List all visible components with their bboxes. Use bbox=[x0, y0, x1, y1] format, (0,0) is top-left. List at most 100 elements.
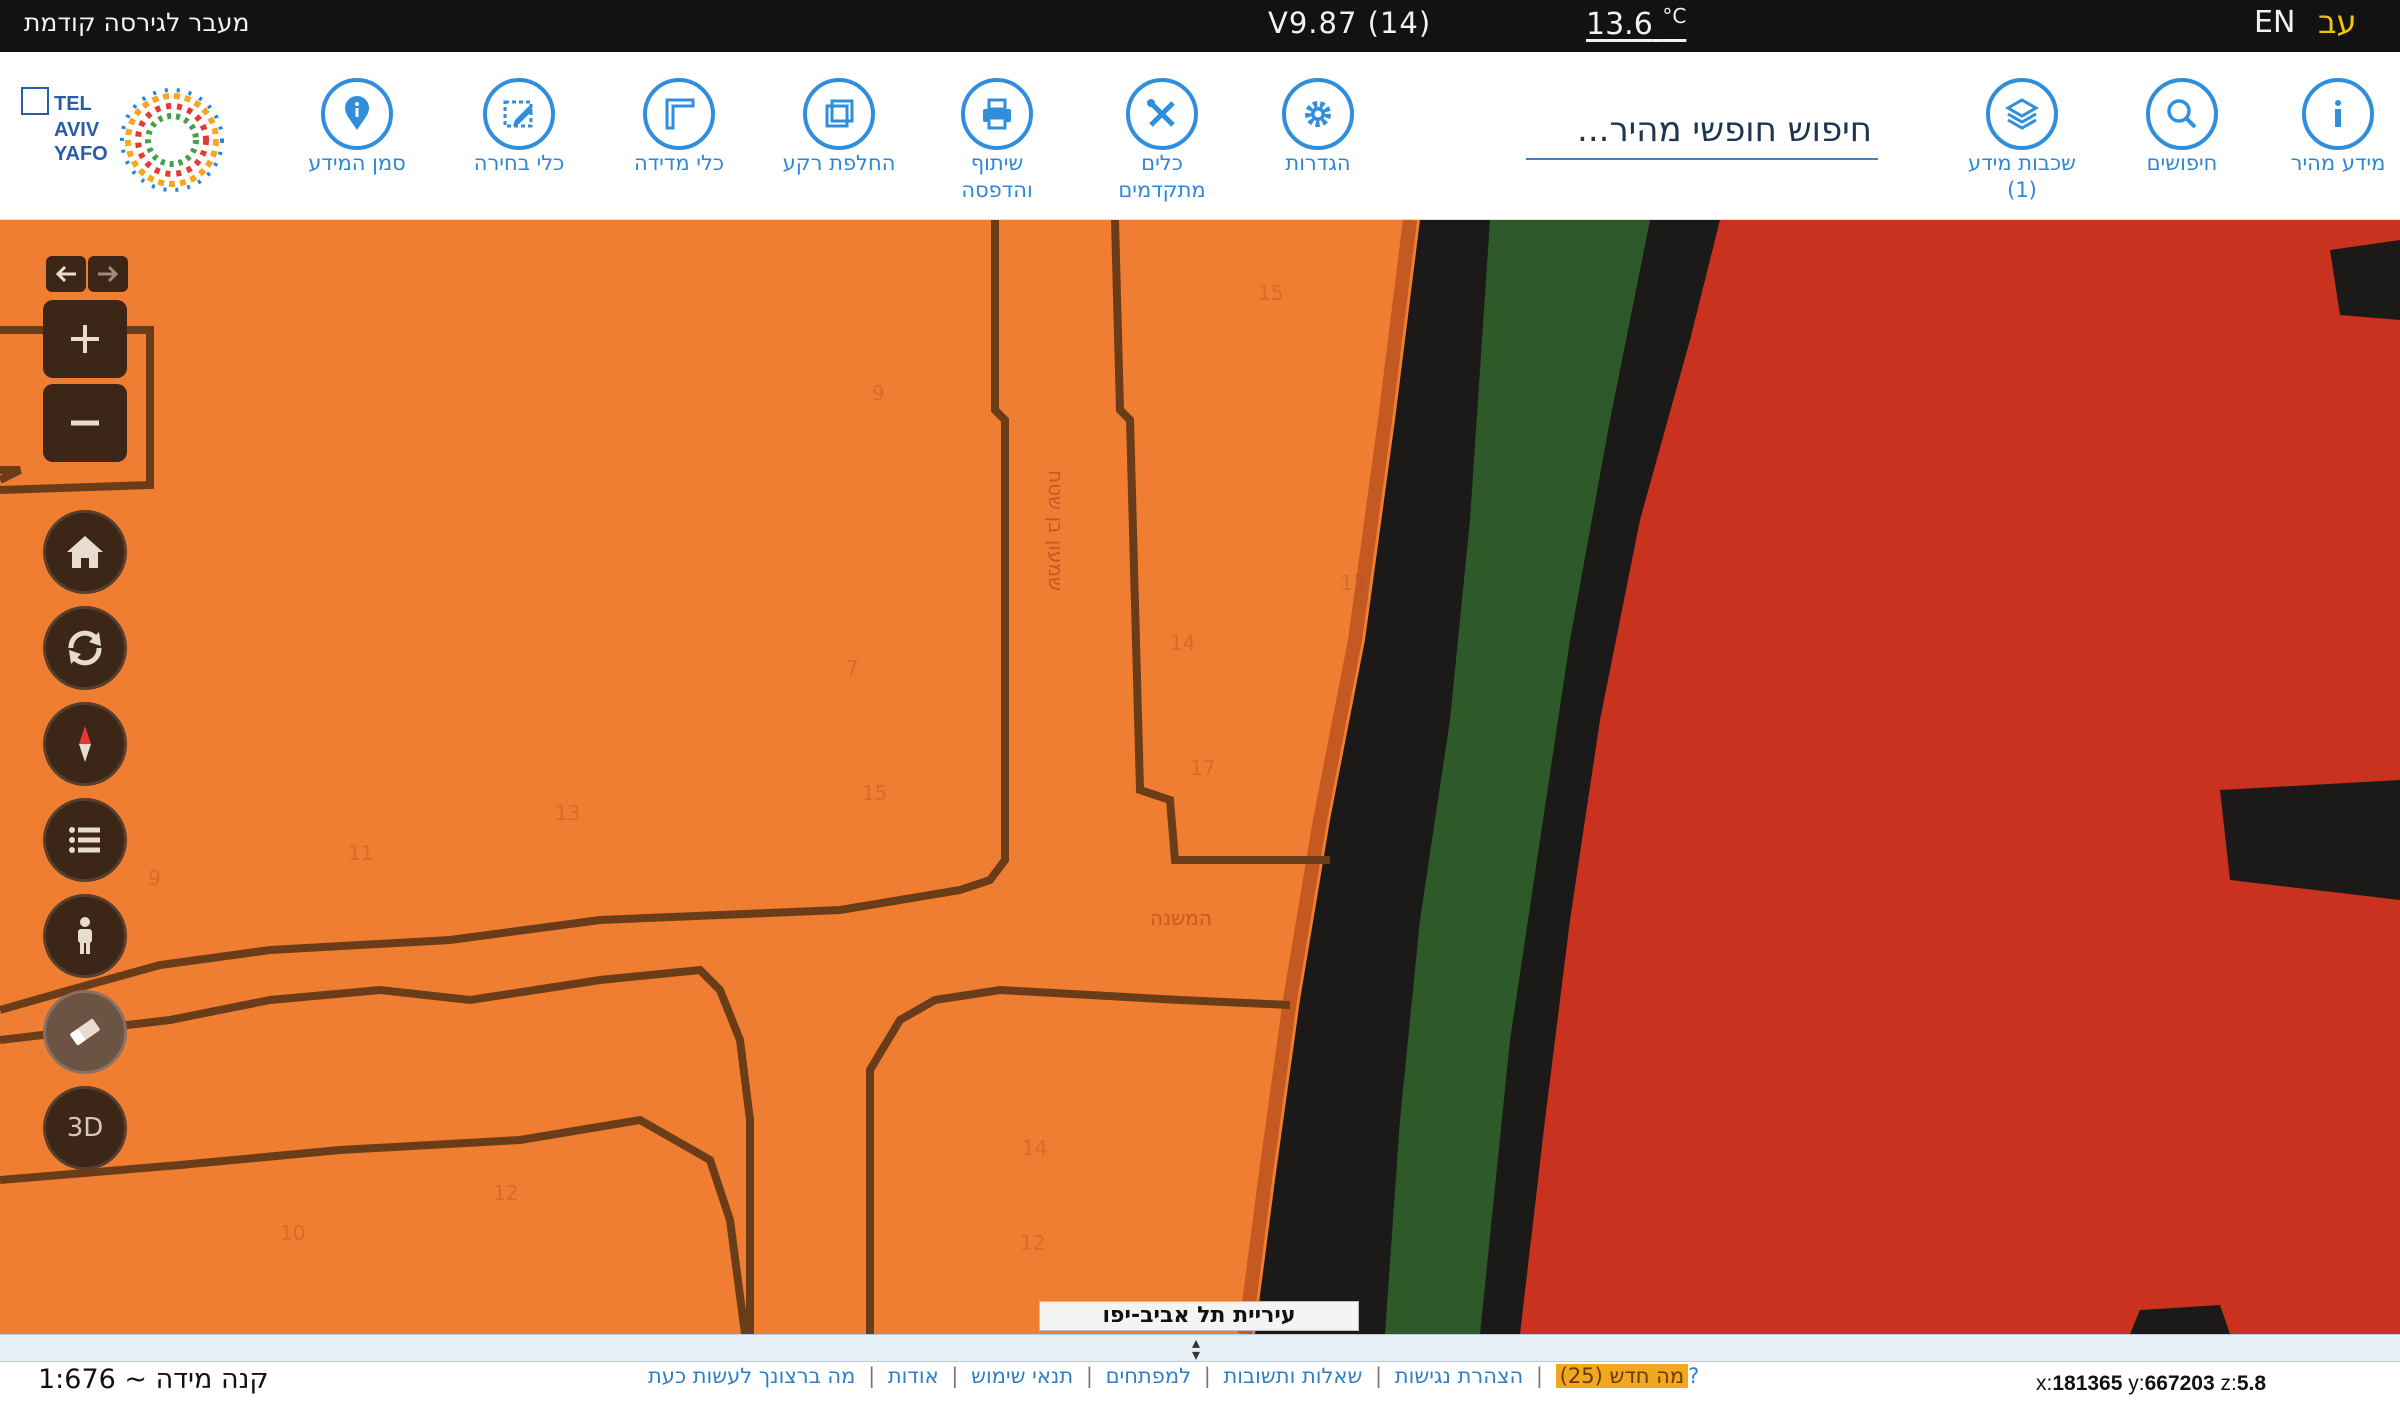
ruler-icon bbox=[643, 78, 715, 150]
main-toolbar: TEL AVIV YAFO מידע מהיר חיפושים שכבות מי… bbox=[0, 52, 2400, 220]
map-canvas[interactable]: 15 9 14 13 17 7 13 15 11 9 14 12 10 12 שמעון בן ש… bbox=[0, 220, 2400, 1334]
search-icon bbox=[2146, 78, 2218, 150]
quick-info-button[interactable]: מידע מהיר bbox=[2258, 78, 2400, 177]
eraser-icon bbox=[70, 1019, 100, 1045]
share-print-button[interactable]: שיתוף והדפסה bbox=[917, 78, 1077, 204]
zoom-out-button[interactable] bbox=[43, 384, 127, 462]
svg-text:7: 7 bbox=[846, 656, 859, 680]
zoom-in-button[interactable] bbox=[43, 300, 127, 378]
svg-text:14: 14 bbox=[1022, 1136, 1047, 1160]
home-icon bbox=[67, 536, 103, 568]
info-marker-label: סמן המידע bbox=[308, 151, 406, 175]
accessibility-link[interactable]: הצהרת נגישות bbox=[1395, 1364, 1523, 1388]
select-tools-label: כלי בחירה bbox=[473, 151, 565, 175]
street-view-button[interactable] bbox=[43, 894, 127, 978]
quick-search-input[interactable]: חיפוש חופשי מהיר... bbox=[1526, 100, 1878, 160]
status-footer: קנה מידה ~ 1:676 מה חדש (25) | הצהרת נגי… bbox=[0, 1362, 2400, 1402]
measure-tools-button[interactable]: כלי מדידה bbox=[599, 78, 759, 177]
developers-link[interactable]: למפתחים bbox=[1106, 1364, 1191, 1388]
map-tiles: 15 9 14 13 17 7 13 15 11 9 14 12 10 12 bbox=[0, 220, 2400, 1334]
svg-text:17: 17 bbox=[1190, 756, 1215, 780]
advanced-tools-button[interactable]: כלים מתקדמים bbox=[1082, 78, 1242, 204]
select-icon bbox=[483, 78, 555, 150]
info-layers-count: (1) bbox=[2007, 178, 2037, 202]
zoom-in-icon bbox=[71, 325, 99, 353]
gear-icon bbox=[1282, 78, 1354, 150]
top-bar: מעבר לגירסה קודמת V9.87 (14) 13.6 °C EN … bbox=[0, 0, 2400, 52]
svg-text:9: 9 bbox=[872, 381, 885, 405]
searches-button[interactable]: חיפושים bbox=[2102, 78, 2262, 177]
compass-icon bbox=[79, 726, 91, 762]
terms-link[interactable]: תנאי שימוש bbox=[971, 1364, 1073, 1388]
parcel-numbers: 15 9 14 13 17 7 13 15 11 9 14 12 10 12 bbox=[148, 281, 1365, 1255]
info-layers-label: שכבות מידע bbox=[1968, 151, 2076, 175]
svg-text:13: 13 bbox=[555, 801, 580, 825]
arrow-right-icon[interactable] bbox=[88, 256, 128, 292]
previous-version-link[interactable]: מעבר לגירסה קודמת bbox=[24, 8, 249, 37]
measure-tools-label: כלי מדידה bbox=[633, 151, 725, 175]
svg-text:14: 14 bbox=[1170, 631, 1195, 655]
eraser-button[interactable] bbox=[43, 990, 127, 1074]
svg-text:13: 13 bbox=[1340, 571, 1365, 595]
refresh-icon bbox=[68, 630, 102, 666]
settings-label: הגדרות bbox=[1285, 151, 1351, 175]
map-scale: קנה מידה ~ 1:676 bbox=[38, 1364, 269, 1395]
info-marker-icon bbox=[321, 78, 393, 150]
background-swap-label: החלפת רקע bbox=[782, 151, 896, 175]
language-english[interactable]: EN bbox=[2254, 5, 2295, 40]
svg-text:TEL: TEL bbox=[54, 93, 92, 115]
coord-y: 667203 bbox=[2144, 1372, 2215, 1395]
footer-links: מה חדש (25) | הצהרת נגישות | שאלות ותשוב… bbox=[648, 1364, 1699, 1388]
layers-icon bbox=[1986, 78, 2058, 150]
info-layers-button[interactable]: שכבות מידע (1) bbox=[1942, 78, 2102, 204]
compass-button[interactable] bbox=[43, 702, 127, 786]
svg-text:YAFO: YAFO bbox=[54, 143, 108, 165]
coord-z: 5.8 bbox=[2236, 1372, 2267, 1395]
language-hebrew[interactable]: עב bbox=[2318, 3, 2357, 41]
svg-text:9: 9 bbox=[148, 866, 161, 890]
temperature-value: 13.6 bbox=[1586, 7, 1653, 42]
street-label-1: שמעון בן שטח bbox=[1044, 470, 1068, 592]
faq-link[interactable]: שאלות ותשובות bbox=[1224, 1364, 1363, 1388]
svg-text:12: 12 bbox=[493, 1181, 518, 1205]
separator: | bbox=[1535, 1364, 1543, 1388]
separator: | bbox=[1085, 1364, 1093, 1388]
settings-button[interactable]: הגדרות bbox=[1238, 78, 1398, 177]
about-link[interactable]: אודות bbox=[888, 1364, 939, 1388]
separator: | bbox=[868, 1364, 876, 1388]
quick-search-placeholder: חיפוש חופשי מהיר... bbox=[1577, 110, 1872, 150]
info-marker-button[interactable]: סמן המידע bbox=[277, 78, 437, 177]
dark-patch-2 bbox=[2220, 780, 2400, 900]
background-swap-icon bbox=[803, 78, 875, 150]
panel-splitter[interactable]: ▴ ▾ bbox=[0, 1334, 2400, 1363]
parcel-borders bbox=[0, 220, 1330, 1334]
quick-info-label: מידע מהיר bbox=[2290, 151, 2386, 175]
whats-new-link[interactable]: מה חדש (25) bbox=[1555, 1364, 1689, 1388]
tools-icon bbox=[1126, 78, 1198, 150]
legend-list-button[interactable] bbox=[43, 798, 127, 882]
street-view-icon bbox=[78, 917, 92, 954]
advanced-tools-label: כלים bbox=[1141, 151, 1183, 175]
arrow-left-icon[interactable] bbox=[46, 256, 86, 292]
3d-label: 3D bbox=[66, 1113, 104, 1143]
refresh-button[interactable] bbox=[43, 606, 127, 690]
home-button[interactable] bbox=[43, 510, 127, 594]
temperature-display[interactable]: 13.6 °C bbox=[1586, 4, 1686, 42]
svg-text:15: 15 bbox=[862, 781, 887, 805]
searches-label: חיפושים bbox=[2146, 151, 2218, 175]
svg-text:12: 12 bbox=[1020, 1231, 1045, 1255]
separator: | bbox=[1203, 1364, 1211, 1388]
svg-text:11: 11 bbox=[348, 841, 373, 865]
select-tools-button[interactable]: כלי בחירה bbox=[439, 78, 599, 177]
splitter-grip-icon[interactable]: ▴ ▾ bbox=[1192, 1335, 1200, 1363]
background-swap-button[interactable]: החלפת רקע bbox=[759, 78, 919, 177]
list-icon bbox=[69, 827, 100, 853]
coord-x: 181365 bbox=[2052, 1372, 2123, 1395]
3d-toggle-button[interactable]: 3D bbox=[43, 1086, 127, 1170]
temperature-unit: °C bbox=[1662, 4, 1687, 28]
tel-aviv-yafo-logo[interactable]: TEL AVIV YAFO bbox=[20, 80, 250, 200]
street-label-2: המשנה bbox=[1150, 906, 1212, 930]
separator: | bbox=[951, 1364, 959, 1388]
version-label: V9.87 (14) bbox=[1268, 6, 1432, 40]
printer-icon bbox=[961, 78, 1033, 150]
